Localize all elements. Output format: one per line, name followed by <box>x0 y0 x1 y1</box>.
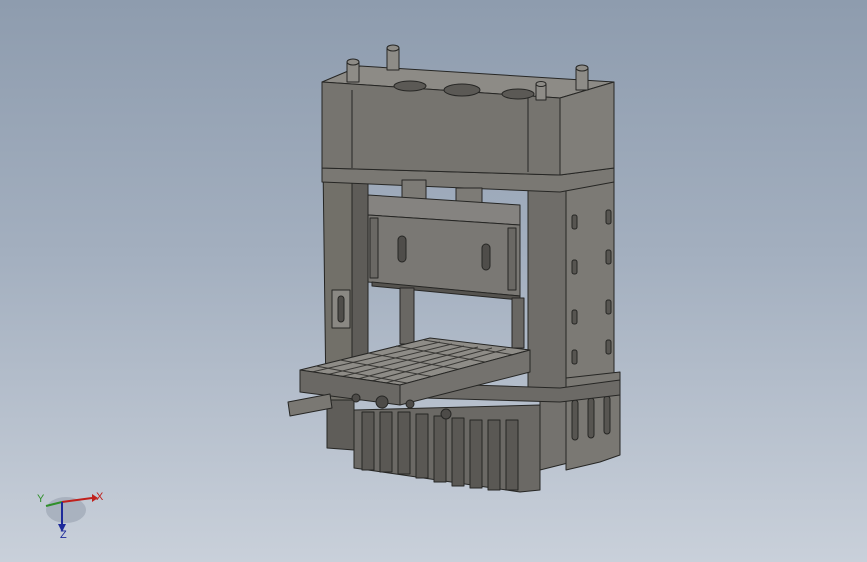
press-slide <box>367 179 521 301</box>
press-base <box>326 394 601 493</box>
z-axis-label: Z <box>60 529 67 541</box>
coordinate-triad <box>45 494 98 532</box>
press-crown <box>321 65 615 176</box>
model-render[interactable] <box>0 0 867 562</box>
graphics-viewport[interactable]: X Y Z <box>0 0 867 562</box>
y-axis-label: Y <box>37 493 45 505</box>
x-axis-label: X <box>96 491 104 503</box>
